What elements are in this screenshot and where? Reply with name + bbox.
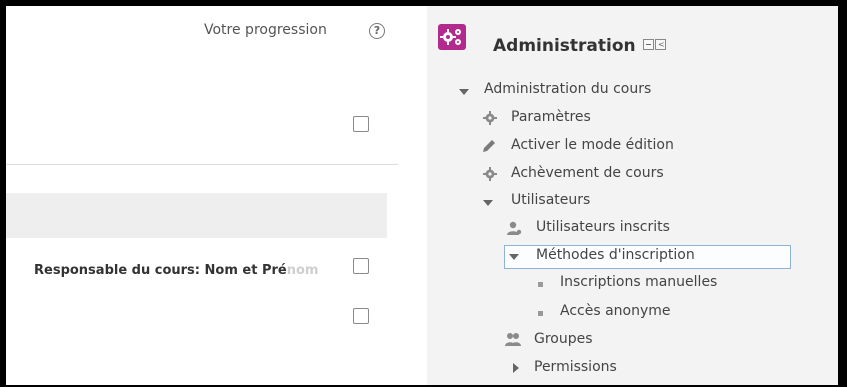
tree-item-enrolment-methods[interactable]: Méthodes d'inscription <box>536 247 695 263</box>
tree-item-guest-access[interactable]: Accès anonyme <box>560 303 671 319</box>
triangle-down-icon <box>509 254 519 260</box>
completion-checkbox[interactable] <box>353 308 369 324</box>
course-manager-text: Responsable du cours: Nom et Pré <box>34 263 287 278</box>
administration-block: Administration < Administration du cours… <box>427 6 838 385</box>
group-icon <box>505 333 521 346</box>
triangle-down-icon <box>483 200 493 206</box>
course-manager-label: Responsable du cours: Nom et Prénom <box>34 263 318 278</box>
progress-label: Votre progression <box>204 22 327 38</box>
settings-icon <box>438 24 466 50</box>
tree-item-enrolled-users[interactable]: Utilisateurs inscrits <box>536 219 670 235</box>
user-icon <box>507 221 522 235</box>
completion-checkbox[interactable] <box>353 116 369 132</box>
tree-item-parametres[interactable]: Paramètres <box>511 109 591 125</box>
dock-button[interactable] <box>643 39 654 50</box>
triangle-down-icon <box>459 89 469 95</box>
gear-icon <box>483 167 497 181</box>
tree-item-manual-enrolments[interactable]: Inscriptions manuelles <box>560 274 717 290</box>
help-icon[interactable]: ? <box>369 23 385 39</box>
tree-item-course-completion[interactable]: Achèvement de cours <box>511 165 664 181</box>
pencil-icon <box>483 140 495 152</box>
tree-item-permissions[interactable]: Permissions <box>534 359 617 375</box>
tree-item-users[interactable]: Utilisateurs <box>511 192 590 208</box>
tree-item-edit-mode[interactable]: Activer le mode édition <box>511 137 674 153</box>
tree-item-groups[interactable]: Groupes <box>534 331 593 347</box>
completion-checkbox[interactable] <box>353 258 369 274</box>
course-manager-text-faded: nom <box>286 263 319 278</box>
bullet-icon <box>538 311 543 316</box>
course-main-content: Votre progression ? Responsable du cours… <box>6 6 398 385</box>
section-header-bar <box>6 193 387 238</box>
tree-item-course-admin[interactable]: Administration du cours <box>484 81 651 97</box>
collapse-button[interactable]: < <box>655 39 666 50</box>
gear-icon <box>483 111 497 125</box>
bullet-icon <box>538 282 543 287</box>
screenshot-border-right <box>838 0 847 387</box>
section-divider <box>6 164 398 165</box>
triangle-right-icon <box>513 363 519 373</box>
block-title: Administration <box>493 36 636 56</box>
